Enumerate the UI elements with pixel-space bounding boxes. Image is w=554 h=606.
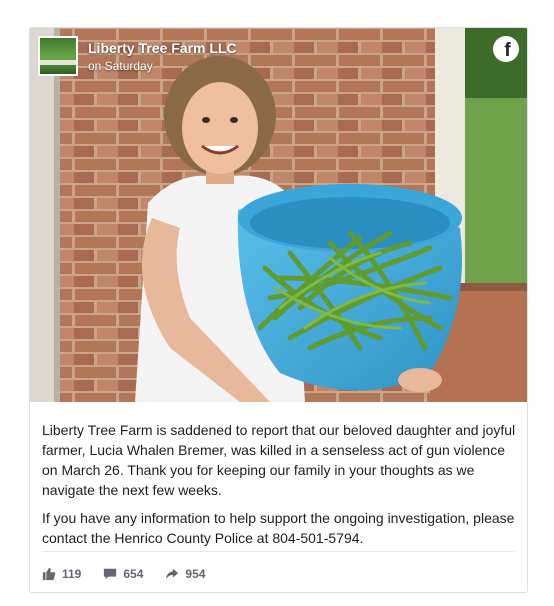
facebook-logo-icon[interactable]: f: [493, 36, 519, 62]
post-header: Liberty Tree Farm LLC on Saturday: [38, 36, 237, 80]
comments-count[interactable]: 654: [103, 567, 143, 581]
post-paragraph: If you have any information to help supp…: [42, 510, 515, 546]
post-timestamp[interactable]: on Saturday: [88, 58, 237, 74]
thumbs-up-icon: [42, 567, 56, 581]
shares-count[interactable]: 954: [165, 567, 205, 581]
share-arrow-icon: [166, 568, 179, 580]
comments-value: 654: [123, 567, 144, 581]
shares-value: 954: [185, 567, 206, 581]
post-paragraph: Liberty Tree Farm is saddened to report …: [42, 422, 516, 498]
post-body: Liberty Tree Farm is saddened to report …: [42, 420, 518, 556]
comment-icon: [104, 568, 117, 580]
page-name-link[interactable]: Liberty Tree Farm LLC: [88, 40, 237, 57]
post-meta: Liberty Tree Farm LLC on Saturday: [88, 40, 237, 74]
facebook-post-embed: Liberty Tree Farm LLC on Saturday f Libe…: [29, 27, 528, 593]
likes-value: 119: [62, 567, 82, 581]
divider: [42, 551, 515, 552]
post-photo[interactable]: Liberty Tree Farm LLC on Saturday f: [30, 28, 527, 402]
engagement-bar: 119 654 954: [42, 564, 227, 584]
likes-count[interactable]: 119: [42, 567, 81, 581]
photo-illustration: [30, 28, 527, 402]
page-avatar[interactable]: [38, 36, 78, 76]
